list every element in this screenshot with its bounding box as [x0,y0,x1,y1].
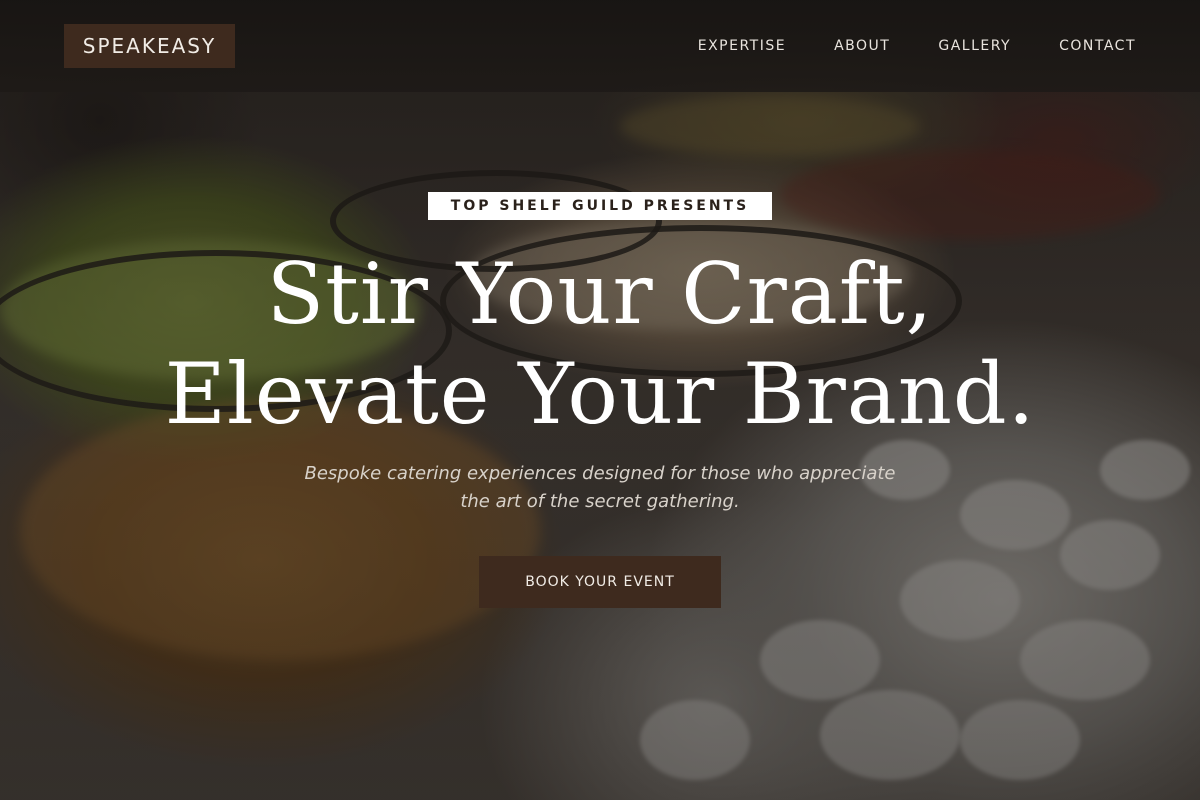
nav-link-about[interactable]: ABOUT [834,38,890,54]
hero-subtitle-line-1: Bespoke catering experiences designed fo… [304,463,896,484]
hero-eyebrow-badge: TOP SHELF GUILD PRESENTS [428,192,772,220]
hero-headline-line-2: Elevate Your Brand. [164,345,1036,443]
nav-link-contact[interactable]: CONTACT [1059,38,1136,54]
hero-subtitle-line-2: the art of the secret gathering. [460,491,740,512]
hero-headline: Stir Your Craft, Elevate Your Brand. [0,244,1200,444]
brand-logo[interactable]: SPEAKEASY [64,24,235,68]
nav-link-gallery[interactable]: GALLERY [938,38,1011,54]
top-navigation-bar: SPEAKEASY EXPERTISE ABOUT GALLERY CONTAC… [0,0,1200,92]
main-nav: EXPERTISE ABOUT GALLERY CONTACT [650,0,1136,92]
book-event-button[interactable]: BOOK YOUR EVENT [479,556,721,608]
hero-subtitle: Bespoke catering experiences designed fo… [250,460,950,516]
hero-headline-line-1: Stir Your Craft, [266,245,934,343]
nav-link-expertise[interactable]: EXPERTISE [698,38,786,54]
